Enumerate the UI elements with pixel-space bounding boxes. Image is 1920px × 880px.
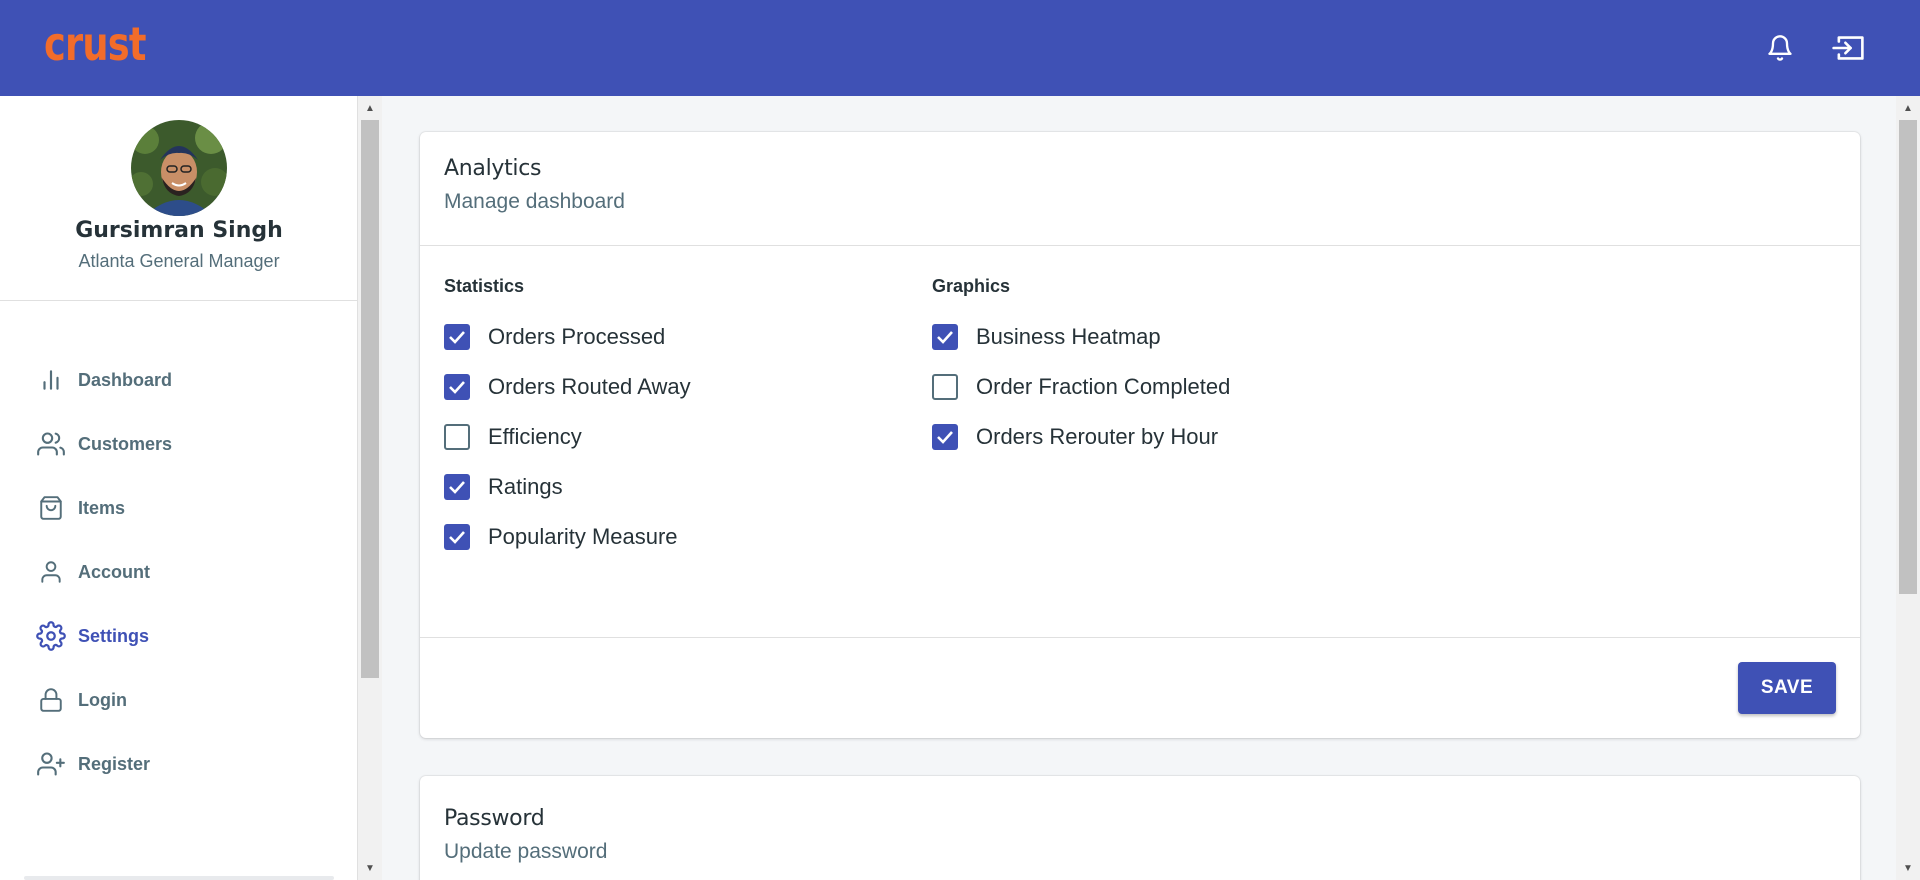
- checkbox-label: Order Fraction Completed: [976, 373, 1231, 399]
- checkbox-label: Business Heatmap: [976, 323, 1161, 349]
- checkbox-popularity-measure[interactable]: Popularity Measure: [444, 506, 691, 567]
- sidebar-item-label: Dashboard: [78, 369, 173, 390]
- users-icon: [36, 429, 66, 459]
- user-profile: Gursimran Singh Atlanta General Manager: [0, 96, 357, 301]
- sidebar-item-account[interactable]: Account: [0, 540, 358, 604]
- scroll-thumb[interactable]: [1899, 120, 1917, 594]
- graphics-group: Graphics Business Heatmap Order Fraction…: [932, 276, 1230, 467]
- shopping-bag-icon: [36, 493, 66, 523]
- sidebar-item-dashboard[interactable]: Dashboard: [0, 348, 358, 412]
- sidebar-nav: Dashboard Customers Items Account Settin…: [0, 348, 358, 796]
- bell-icon[interactable]: [1762, 30, 1798, 66]
- bar-chart-icon: [36, 365, 66, 395]
- checkbox-label: Orders Routed Away: [488, 373, 691, 399]
- checkbox-checked-icon[interactable]: [444, 323, 470, 350]
- checkbox-label: Popularity Measure: [488, 523, 678, 549]
- sidebar-item-items[interactable]: Items: [0, 476, 358, 540]
- checkbox-checked-icon[interactable]: [932, 423, 958, 450]
- main-scrollbar[interactable]: ▲ ▼: [1896, 96, 1920, 880]
- avatar[interactable]: [131, 120, 227, 216]
- checkbox-checked-icon[interactable]: [444, 373, 470, 400]
- sidebar-item-label: Settings: [78, 625, 150, 646]
- card-header: Analytics Manage dashboard: [420, 132, 1860, 246]
- card-actions: SAVE: [420, 638, 1860, 738]
- user-icon: [36, 557, 66, 587]
- scroll-thumb[interactable]: [361, 120, 379, 678]
- sidebar-item-label: Register: [78, 753, 151, 774]
- sidebar-item-customers[interactable]: Customers: [0, 412, 358, 476]
- card-header: Password Update password: [420, 776, 1860, 880]
- brand-logo[interactable]: crust: [44, 14, 146, 74]
- checkbox-checked-icon[interactable]: [444, 473, 470, 500]
- scroll-down-arrow[interactable]: ▼: [358, 858, 382, 878]
- scroll-up-arrow[interactable]: ▲: [358, 98, 382, 118]
- checkbox-orders-rerouter-by-hour[interactable]: Orders Rerouter by Hour: [932, 406, 1230, 467]
- checkbox-label: Efficiency: [488, 423, 582, 449]
- sidebar-item-settings[interactable]: Settings: [0, 604, 358, 668]
- user-plus-icon: [36, 749, 66, 779]
- sidebar-item-label: Items: [78, 497, 126, 518]
- lock-icon: [36, 685, 66, 715]
- checkbox-checked-icon[interactable]: [932, 323, 958, 350]
- group-title: Statistics: [444, 276, 525, 296]
- card-subtitle: Update password: [444, 840, 608, 863]
- gear-icon: [36, 621, 66, 651]
- statistics-group: Statistics Orders Processed Orders Route…: [444, 276, 691, 567]
- scroll-down-arrow[interactable]: ▼: [1896, 858, 1920, 878]
- checkbox-unchecked-icon[interactable]: [932, 373, 958, 400]
- save-button[interactable]: SAVE: [1738, 662, 1836, 714]
- logout-icon[interactable]: [1830, 30, 1866, 66]
- sidebar-divider: [24, 876, 334, 880]
- card-title: Password: [444, 806, 545, 831]
- sidebar-item-label: Login: [78, 689, 127, 710]
- sidebar-scrollbar[interactable]: ▲ ▼: [358, 96, 382, 880]
- card-body: Statistics Orders Processed Orders Route…: [420, 246, 1860, 638]
- checkbox-label: Ratings: [488, 473, 563, 499]
- sidebar-item-login[interactable]: Login: [0, 668, 358, 732]
- analytics-card: Analytics Manage dashboard Statistics Or…: [420, 132, 1860, 738]
- checkbox-checked-icon[interactable]: [444, 523, 470, 550]
- checkbox-label: Orders Rerouter by Hour: [976, 423, 1219, 449]
- sidebar-item-label: Account: [78, 561, 150, 582]
- sidebar-item-label: Customers: [78, 433, 173, 454]
- password-card: Password Update password: [420, 776, 1860, 880]
- profile-role: Atlanta General Manager: [78, 251, 280, 271]
- sidebar: Gursimran Singh Atlanta General Manager …: [0, 96, 358, 880]
- scroll-up-arrow[interactable]: ▲: [1896, 98, 1920, 118]
- card-subtitle: Manage dashboard: [444, 190, 625, 213]
- checkbox-label: Orders Processed: [488, 323, 666, 349]
- card-title: Analytics: [444, 156, 542, 181]
- profile-name: Gursimran Singh: [75, 218, 283, 243]
- sidebar-item-register[interactable]: Register: [0, 732, 358, 796]
- group-title: Graphics: [932, 276, 1011, 296]
- top-app-bar: crust: [0, 0, 1920, 96]
- checkbox-unchecked-icon[interactable]: [444, 423, 470, 450]
